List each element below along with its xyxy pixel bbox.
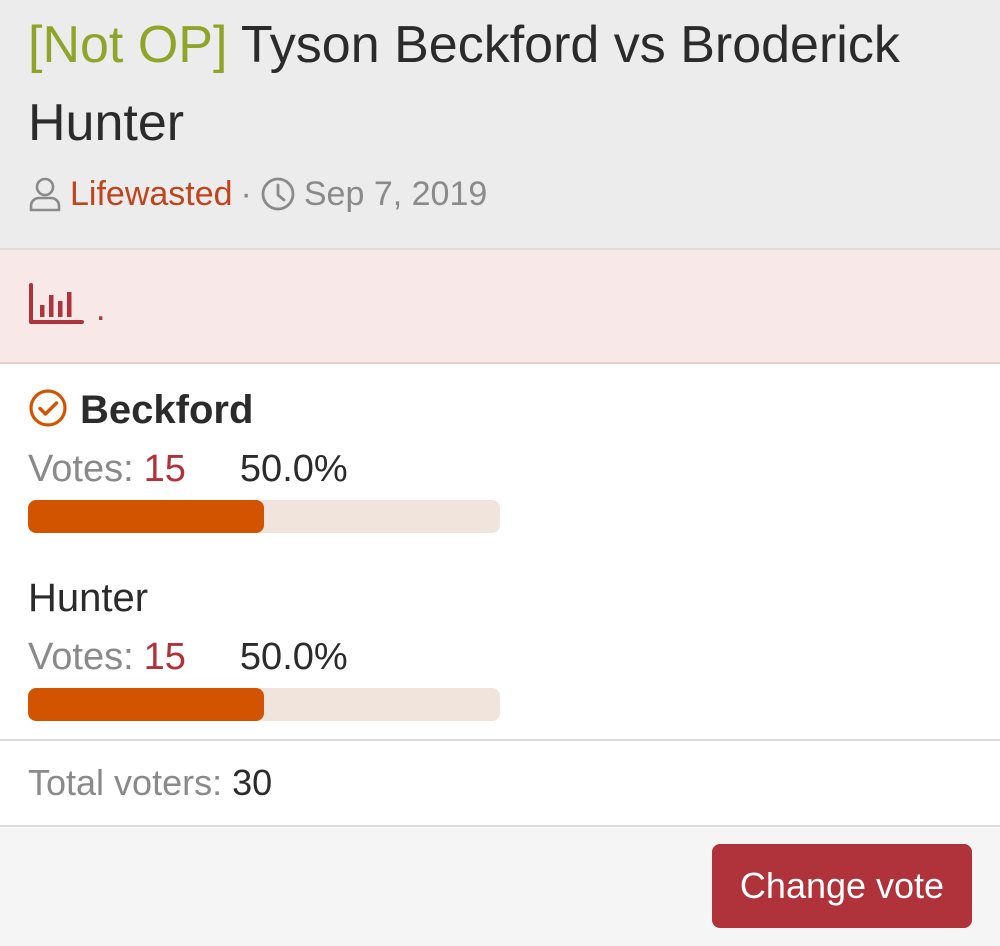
option-head: Hunter	[28, 572, 968, 624]
votes-label: Votes:	[28, 635, 134, 678]
clock-icon	[260, 176, 296, 212]
author-link[interactable]: Lifewasted	[70, 175, 233, 214]
thread-date[interactable]: Sep 7, 2019	[304, 175, 487, 214]
result-bar	[28, 500, 500, 533]
option-head: Beckford	[28, 384, 968, 436]
poll-option-beckford: Beckford Votes: 15 50.0%	[28, 384, 968, 533]
votes-percent: 50.0%	[239, 447, 348, 490]
divider	[0, 825, 1000, 827]
poll-title: .	[96, 290, 106, 328]
votes-percent: 50.0%	[239, 635, 348, 678]
votes-count[interactable]: 15	[144, 448, 186, 491]
total-voters-count: 30	[232, 762, 273, 803]
poll-thread-page: [Not OP] Tyson Beckford vs Broderick Hun…	[0, 0, 1000, 946]
votes-label: Votes:	[28, 447, 134, 490]
option-label: Beckford	[80, 387, 254, 432]
change-vote-button[interactable]: Change vote	[712, 844, 972, 928]
option-votes: Votes: 15 50.0%	[28, 444, 968, 494]
option-label: Hunter	[28, 575, 149, 620]
poll-footer: Change vote	[0, 828, 1000, 946]
votes-count[interactable]: 15	[144, 636, 186, 679]
meta-separator: ·	[240, 174, 252, 213]
user-icon	[28, 176, 62, 212]
result-bar	[28, 688, 500, 721]
total-voters-label: Total voters:	[28, 762, 223, 803]
poll-header	[0, 250, 1000, 364]
check-circle-icon	[28, 388, 68, 433]
poll-option-hunter: Hunter Votes: 15 50.0%	[28, 572, 968, 721]
thread-title: [Not OP] Tyson Beckford vs Broderick Hun…	[28, 6, 978, 162]
result-bar-fill	[28, 500, 264, 533]
divider	[0, 739, 1000, 741]
total-voters: Total voters: 30	[28, 760, 272, 806]
bar-chart-icon	[28, 283, 84, 330]
thread-prefix[interactable]: [Not OP]	[28, 16, 227, 74]
result-bar-fill	[28, 688, 264, 721]
option-votes: Votes: 15 50.0%	[28, 632, 968, 682]
thread-header: [Not OP] Tyson Beckford vs Broderick Hun…	[0, 0, 1000, 250]
thread-meta: Lifewasted · Sep 7, 2019	[28, 170, 487, 218]
